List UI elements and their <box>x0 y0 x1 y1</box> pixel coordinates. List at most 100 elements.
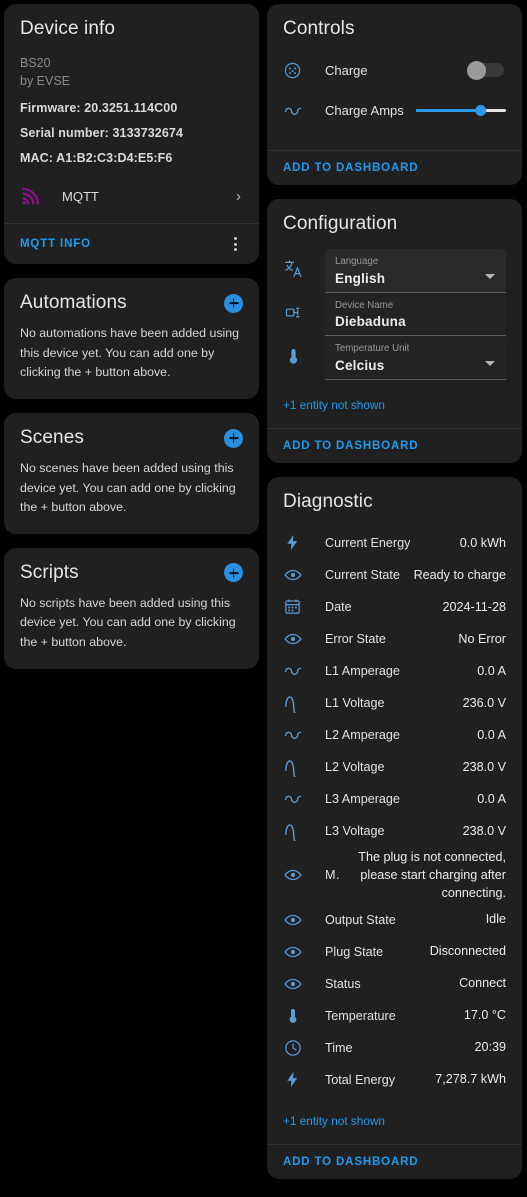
overflow-menu-icon[interactable] <box>228 235 243 253</box>
diagnostic-row-label: Output State <box>325 912 396 927</box>
lightning-bolt-icon <box>283 1070 313 1089</box>
sine-wave-icon <box>283 756 313 778</box>
diagnostic-row[interactable]: Time 20:39 <box>283 1032 506 1064</box>
charge-amps-slider[interactable] <box>416 101 506 119</box>
diagnostic-row[interactable]: Temperature 17.0 °C <box>283 1000 506 1032</box>
add-script-button[interactable] <box>224 563 243 583</box>
diagnostic-row[interactable]: Date 2024-11-28 <box>283 591 506 623</box>
chevron-down-icon <box>485 273 495 279</box>
eye-icon <box>283 910 313 930</box>
diagnostic-row-label: L2 Voltage <box>325 759 385 774</box>
language-select[interactable]: Language English <box>325 249 506 293</box>
configuration-entity-note[interactable]: +1 entity not shown <box>283 398 506 412</box>
diagnostic-row[interactable]: Plug State Disconnected <box>283 936 506 968</box>
device-model: BS20 <box>20 56 51 70</box>
diagnostic-row-label: Total Energy <box>325 1072 396 1087</box>
device-name-label: Device Name <box>335 299 394 311</box>
configuration-actions: ADD TO DASHBOARD <box>267 427 522 463</box>
eye-icon <box>283 865 313 885</box>
diagnostic-row-label: L2 Amperage <box>325 727 400 742</box>
integration-row-mqtt[interactable]: MQTT › <box>20 185 243 207</box>
calendar-icon <box>283 597 313 616</box>
device-info-card: Device info BS20 by EVSE Firmware: 20.32… <box>4 4 259 265</box>
device-firmware: Firmware: 20.3251.114C00 <box>20 101 178 116</box>
diagnostic-row-value: 2024-11-28 <box>442 599 507 614</box>
current-ac-icon <box>283 660 313 681</box>
ev-plug-icon <box>283 61 313 80</box>
diagnostic-card: Diagnostic Current Energy 0.0 kWh Current … <box>267 476 522 1179</box>
scenes-empty-text: No scenes have been added using this dev… <box>20 461 236 515</box>
sine-wave-icon <box>283 820 313 842</box>
diagnostic-row[interactable]: L3 Voltage 238.0 V <box>283 815 506 847</box>
diagnostic-row-label: L1 Voltage <box>325 695 385 710</box>
rename-device-icon <box>283 293 313 337</box>
config-row-temperature-unit: Temperature Unit Celcius <box>283 336 506 380</box>
diagnostic-row[interactable]: L3 Amperage 0.0 A <box>283 783 506 815</box>
left-column: Device info BS20 by EVSE Firmware: 20.32… <box>4 4 259 1179</box>
diagnostic-row-value: 238.0 V <box>462 759 506 774</box>
temperature-unit-value: Celcius <box>335 357 385 373</box>
diagnostic-add-to-dashboard-button[interactable]: ADD TO DASHBOARD <box>283 1156 418 1168</box>
translate-icon <box>283 249 313 293</box>
temperature-unit-select[interactable]: Temperature Unit Celcius <box>325 336 506 380</box>
diagnostic-row[interactable]: Error State No Error <box>283 623 506 655</box>
scenes-card: Scenes No scenes have been added using t… <box>4 413 259 534</box>
diagnostic-row-value: 236.0 V <box>462 695 506 710</box>
diagnostic-row-value: Ready to charge <box>413 567 506 582</box>
diagnostic-row-value: The plug is not connected, please start … <box>358 849 506 901</box>
automations-empty-text: No automations have been added using thi… <box>20 326 240 380</box>
diagnostic-row-label: Current Energy <box>325 535 411 550</box>
diagnostic-row[interactable]: Current State Ready to charge <box>283 559 506 591</box>
diagnostic-row-value: 0.0 kWh <box>459 535 506 550</box>
configuration-title: Configuration <box>283 213 398 234</box>
configuration-add-to-dashboard-button[interactable]: ADD TO DASHBOARD <box>283 440 418 452</box>
charge-toggle[interactable] <box>467 60 504 80</box>
chevron-down-icon <box>485 360 495 366</box>
temperature-unit-label: Temperature Unit <box>335 343 410 355</box>
diagnostic-entity-note[interactable]: +1 entity not shown <box>283 1114 506 1128</box>
controls-card: Controls Charge Charge Amps ADD TO DASHB… <box>267 4 522 185</box>
eye-icon <box>283 629 313 649</box>
diagnostic-row[interactable]: Current Energy 0.0 kWh <box>283 527 506 559</box>
device-name-value: Diebaduna <box>335 314 406 330</box>
diagnostic-row[interactable]: L2 Amperage 0.0 A <box>283 719 506 751</box>
diagnostic-row[interactable]: Total Energy 7,278.7 kWh <box>283 1064 506 1096</box>
diagnostic-row[interactable]: Output State Idle <box>283 904 506 936</box>
eye-icon <box>283 974 313 994</box>
device-name-input[interactable]: Device Name Diebaduna <box>325 292 506 337</box>
diagnostic-row-label: Error State <box>325 631 386 646</box>
diagnostic-row-value: 17.0 °C <box>463 1008 506 1023</box>
mqtt-info-button[interactable]: MQTT INFO <box>20 238 91 250</box>
controls-add-to-dashboard-button[interactable]: ADD TO DASHBOARD <box>283 162 418 174</box>
diagnostic-row-value: Connect <box>459 976 506 991</box>
diagnostic-row[interactable]: Mes… The plug is not connected, please st… <box>283 847 506 904</box>
diagnostic-title: Diagnostic <box>283 490 373 512</box>
diagnostic-row[interactable]: L1 Voltage 236.0 V <box>283 687 506 719</box>
scripts-card: Scripts No scripts have been added using… <box>4 547 259 669</box>
device-serial: Serial number: 3133732674 <box>20 126 184 141</box>
device-manufacturer: by EVSE <box>20 74 71 89</box>
control-row-charge: Charge <box>283 54 506 86</box>
control-label-charge-amps: Charge Amps <box>325 102 404 118</box>
diagnostic-row-label: Temperature <box>325 1008 396 1023</box>
mqtt-icon <box>20 185 50 207</box>
current-ac-icon <box>283 788 313 809</box>
diagnostic-row[interactable]: Status Connect <box>283 968 506 1000</box>
integration-name: MQTT <box>62 188 99 204</box>
config-row-device-name: Device Name Diebaduna <box>283 292 506 337</box>
config-row-language: Language English <box>283 249 506 293</box>
add-automation-button[interactable] <box>224 293 243 313</box>
diagnostic-row-label: L3 Voltage <box>325 823 385 838</box>
language-label: Language <box>335 256 379 267</box>
controls-actions: ADD TO DASHBOARD <box>267 150 522 185</box>
diagnostic-row[interactable]: L2 Voltage 238.0 V <box>283 751 506 783</box>
diagnostic-row-value: No Error <box>458 631 506 646</box>
diagnostic-row-label: Mes… <box>325 868 341 883</box>
diagnostic-row-value: 0.0 A <box>477 791 506 806</box>
diagnostic-row[interactable]: L1 Amperage 0.0 A <box>283 655 506 687</box>
add-scene-button[interactable] <box>224 428 243 448</box>
chevron-right-icon: › <box>236 187 241 205</box>
control-row-charge-amps: Charge Amps <box>283 94 506 126</box>
diagnostic-actions: ADD TO DASHBOARD <box>267 1143 522 1179</box>
diagnostic-row-label: L1 Amperage <box>325 663 400 678</box>
